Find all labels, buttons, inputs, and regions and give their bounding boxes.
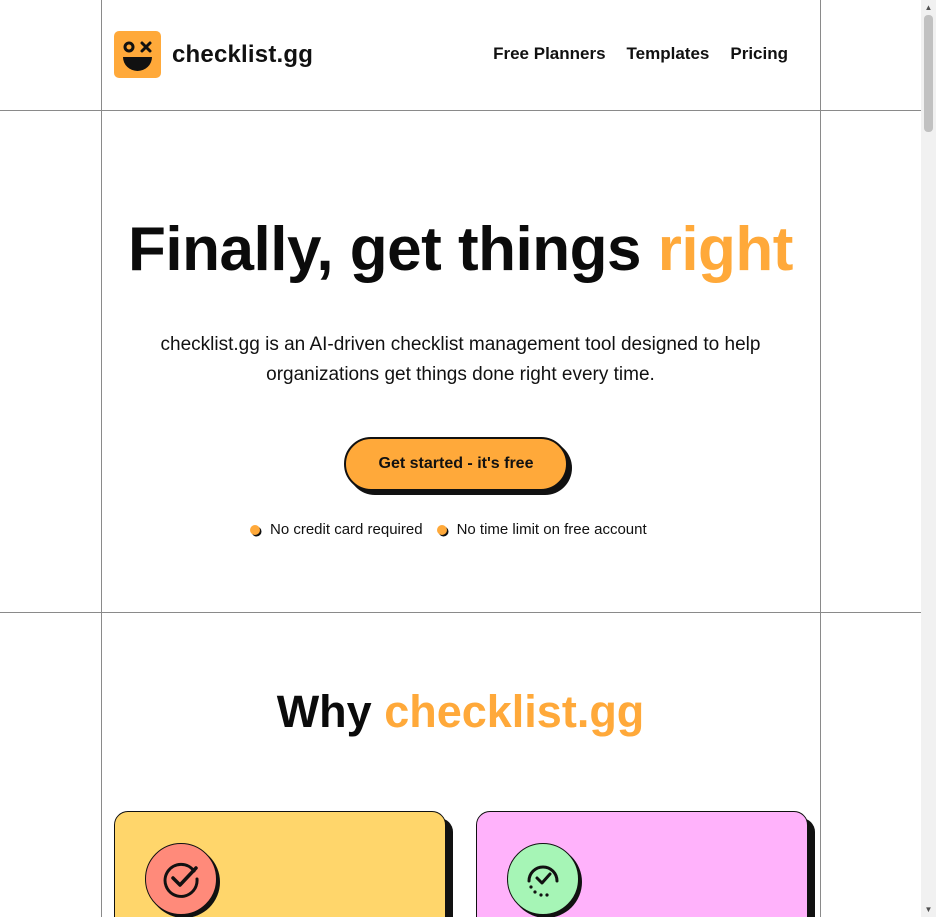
perk-label: No time limit on free account: [456, 521, 647, 538]
hero-divider: [0, 612, 921, 613]
hero-title: Finally, get things right: [101, 214, 820, 286]
hero-title-accent: right: [657, 215, 794, 284]
scrollbar-thumb[interactable]: [924, 15, 933, 132]
why-title-main: Why: [276, 686, 385, 737]
logo-text: checklist.gg: [172, 40, 314, 68]
bullet-dot-icon: [436, 524, 447, 535]
scroll-up-arrow-icon[interactable]: ▲: [921, 0, 936, 15]
header-divider: [0, 110, 921, 111]
main-nav: Free Planners Templates Pricing: [493, 44, 788, 64]
grid-line-right: [820, 0, 821, 917]
progress-check-icon: [507, 843, 579, 915]
feature-card: [114, 811, 446, 917]
nav-pricing[interactable]: Pricing: [730, 44, 788, 64]
perk-item: No time limit on free account: [436, 521, 647, 538]
perk-item: No credit card required: [250, 521, 423, 538]
get-started-button[interactable]: Get started - it's free: [344, 437, 568, 491]
why-title-accent: checklist.gg: [384, 686, 645, 737]
page: checklist.gg Free Planners Templates Pri…: [0, 0, 921, 917]
logo-link[interactable]: checklist.gg: [114, 31, 313, 78]
why-title: Why checklist.gg: [101, 684, 820, 740]
hero-title-main: Finally, get things: [128, 215, 658, 284]
hero-subtitle: checklist.gg is an AI-driven checklist m…: [160, 334, 761, 385]
feature-card: [476, 811, 808, 917]
bullet-dot-icon: [250, 524, 260, 535]
perk-label: No credit card required: [270, 521, 423, 538]
check-circle-icon: [145, 843, 217, 915]
scroll-down-arrow-icon[interactable]: ▼: [921, 902, 936, 917]
vertical-scrollbar[interactable]: ▲ ▼: [921, 0, 936, 917]
nav-templates[interactable]: Templates: [627, 44, 710, 64]
perks-list: No credit card required No time limit on…: [250, 521, 647, 538]
grid-line-left: [101, 0, 102, 917]
nav-free-planners[interactable]: Free Planners: [493, 44, 605, 64]
smiley-face-icon: [114, 31, 161, 78]
